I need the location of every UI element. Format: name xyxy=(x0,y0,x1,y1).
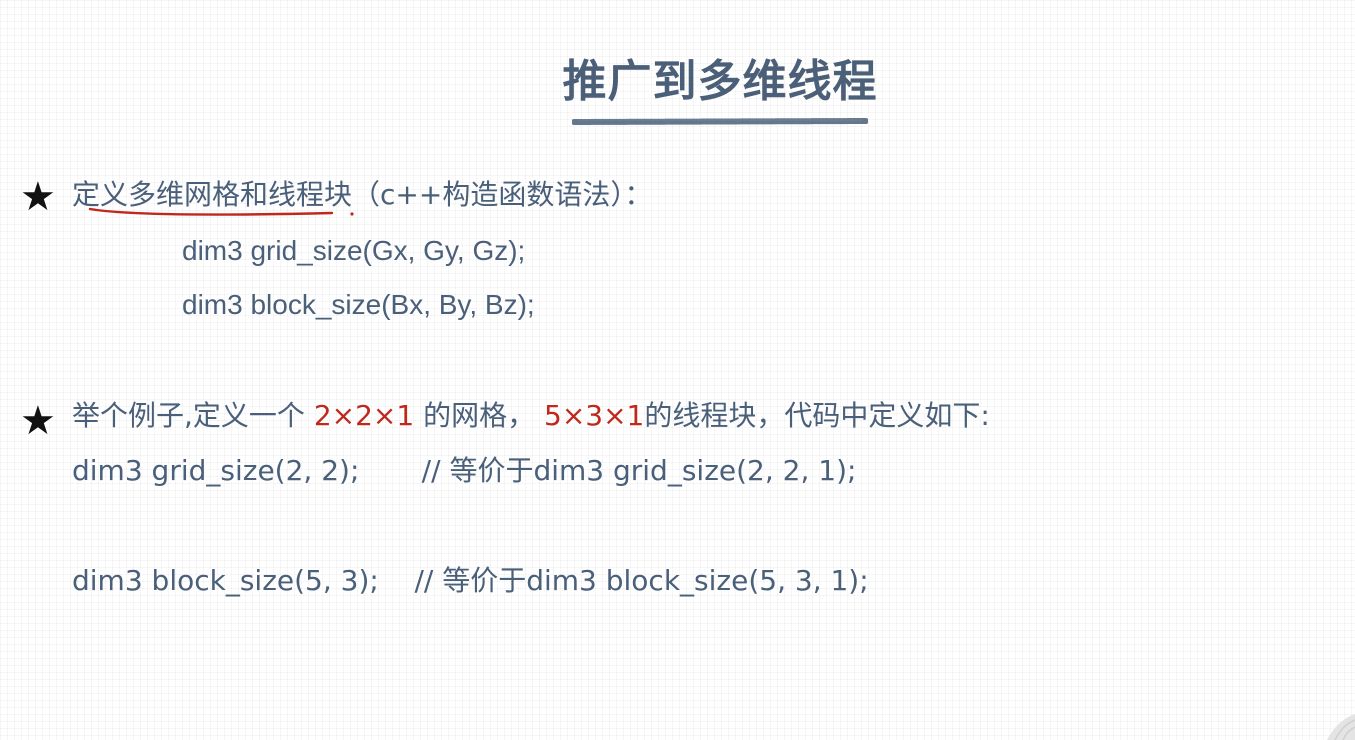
corner-page-curl-decoration xyxy=(1327,714,1355,740)
section1-code-line2: dim3 block_size(Bx, By, Bz); xyxy=(182,289,535,320)
block-dimensions-highlight: 5×3×1 xyxy=(544,399,645,432)
section1-heading-suffix: （c++构造函数语法）： xyxy=(352,178,653,211)
section2-code-line1: dim3 grid_size(2, 2); // 等价于dim3 grid_si… xyxy=(72,454,857,487)
star-bullet-icon: ★ xyxy=(20,399,56,443)
section2-intro-mid: 的网格， xyxy=(414,399,544,432)
section1-code-line1: dim3 grid_size(Gx, Gy, Gz); xyxy=(182,235,526,266)
handwritten-underline-annotation xyxy=(88,207,354,216)
section2-intro-prefix: 举个例子,定义一个 xyxy=(72,399,314,432)
section2-intro-line: 举个例子,定义一个 2×2×1 的网格， 5×3×1的线程块，代码中定义如下: xyxy=(72,398,990,434)
title-underline-decoration xyxy=(572,118,868,125)
section2-intro-suffix: 的线程块，代码中定义如下: xyxy=(644,399,990,432)
star-bullet-icon: ★ xyxy=(20,175,56,219)
slide-title: 推广到多维线程 xyxy=(562,56,878,107)
section2-code-line2: dim3 block_size(5, 3); // 等价于dim3 block_… xyxy=(72,564,869,597)
grid-dimensions-highlight: 2×2×1 xyxy=(313,399,415,432)
